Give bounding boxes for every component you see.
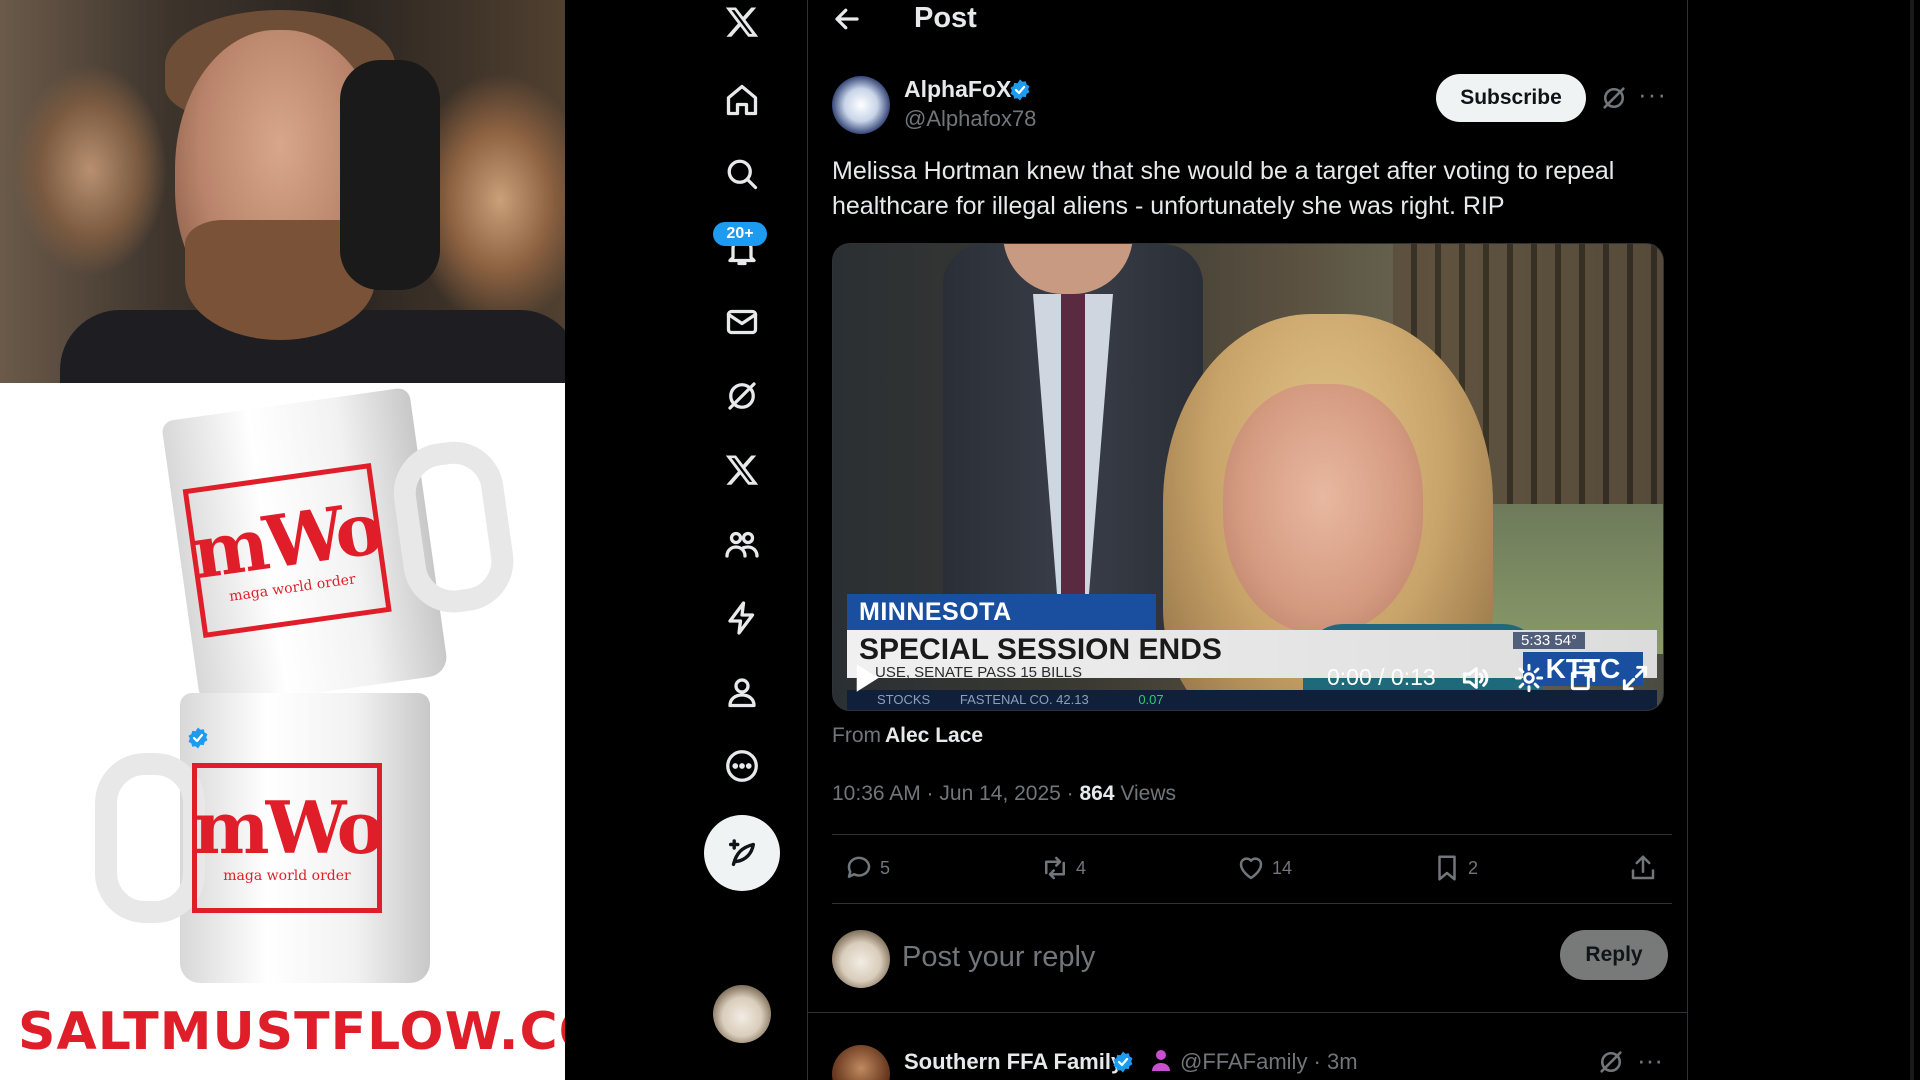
account-avatar[interactable] bbox=[713, 985, 771, 1043]
fullscreen-icon[interactable] bbox=[1619, 662, 1651, 694]
mug-label: mWo maga world order bbox=[182, 463, 392, 638]
back-arrow-icon[interactable] bbox=[832, 4, 862, 34]
mug-tagline: maga world order bbox=[223, 868, 351, 884]
from-account-link[interactable]: Alec Lace bbox=[885, 724, 983, 747]
reply-icon bbox=[847, 856, 871, 878]
verified-orgs-icon[interactable] bbox=[714, 590, 770, 646]
reply-author-handle[interactable]: @FFAFamily · 3m bbox=[1180, 1049, 1358, 1075]
premium-icon[interactable] bbox=[714, 442, 770, 498]
webcam-overlay bbox=[0, 0, 565, 383]
heart-icon bbox=[1239, 857, 1263, 880]
verified-badge-icon bbox=[1008, 78, 1032, 102]
post-timestamp[interactable]: 10:36 AM · Jun 14, 2025 · bbox=[832, 782, 1074, 805]
reply-composer: Reply bbox=[832, 920, 1672, 1000]
home-icon[interactable] bbox=[714, 72, 770, 128]
volume-icon[interactable] bbox=[1459, 662, 1491, 694]
news-lower-third-title: MINNESOTA LEGISLATURE bbox=[847, 594, 1156, 662]
merch-ad: mWo maga world order mWo maga world orde… bbox=[0, 383, 565, 1080]
bookmark-count: 2 bbox=[1468, 857, 1479, 878]
notifications-badge: 20+ bbox=[713, 222, 767, 246]
share-icon bbox=[1631, 855, 1655, 880]
page-header: Post bbox=[808, 0, 1687, 38]
profile-icon[interactable] bbox=[714, 664, 770, 720]
mug-image-top: mWo maga world order bbox=[161, 387, 520, 709]
video-time: 0:00 / 0:13 bbox=[1327, 664, 1436, 690]
verified-badge-icon bbox=[1111, 1050, 1135, 1074]
mug-logo: mWo bbox=[193, 785, 384, 870]
author-avatar[interactable] bbox=[832, 76, 890, 134]
page-title: Post bbox=[914, 2, 977, 34]
messages-icon[interactable] bbox=[714, 294, 770, 350]
repost-icon bbox=[1045, 856, 1065, 880]
repost-action[interactable]: 4 bbox=[1040, 853, 1086, 883]
mug-handle bbox=[95, 753, 205, 923]
video-controls: 0:00 / 0:13 bbox=[833, 654, 1663, 704]
compose-post-button[interactable] bbox=[704, 815, 780, 891]
post-text: Melissa Hortman knew that she would be a… bbox=[832, 157, 1615, 220]
communities-icon[interactable] bbox=[714, 516, 770, 572]
like-count: 14 bbox=[1272, 857, 1293, 878]
pip-icon[interactable] bbox=[1567, 662, 1599, 694]
more-options-icon[interactable]: ··· bbox=[1637, 1047, 1667, 1074]
views-count: 864 bbox=[1079, 782, 1115, 805]
reply-count: 5 bbox=[880, 857, 891, 878]
video-scene bbox=[1223, 384, 1423, 634]
more-options-icon[interactable]: ··· bbox=[1638, 81, 1668, 112]
reply-author-name[interactable]: Southern FFA Family bbox=[904, 1049, 1123, 1075]
reply-author-avatar[interactable] bbox=[832, 1045, 890, 1080]
post-actions-bar: 5 4 14 2 bbox=[832, 834, 1672, 904]
mug-label: mWo maga world order bbox=[192, 763, 385, 913]
mug-handle bbox=[387, 435, 520, 619]
grok-icon[interactable] bbox=[714, 368, 770, 424]
play-icon[interactable] bbox=[853, 662, 881, 694]
site-banner: SALTMUSTFLOW.COM bbox=[18, 1002, 565, 1062]
sidebar-nav bbox=[692, 0, 792, 1080]
from-prefix: From bbox=[832, 724, 881, 747]
bookmark-icon bbox=[1438, 855, 1456, 881]
headphones bbox=[340, 60, 440, 290]
author-name[interactable]: AlphaFoX bbox=[904, 76, 1011, 103]
scrollbar[interactable] bbox=[1910, 0, 1914, 1080]
author-handle[interactable]: @Alphafox78 bbox=[904, 106, 1036, 132]
user-avatar bbox=[832, 930, 890, 988]
mug-image-bottom: mWo maga world order bbox=[95, 693, 430, 983]
post-detail-column: Post AlphaFoX @Alphafox78 Subscribe ··· … bbox=[807, 0, 1688, 1080]
settings-gear-icon[interactable] bbox=[1513, 662, 1545, 694]
more-icon[interactable] bbox=[714, 738, 770, 794]
x-logo-icon[interactable] bbox=[714, 0, 770, 50]
video-player[interactable]: MINNESOTA LEGISLATURE SPECIAL SESSION EN… bbox=[832, 243, 1664, 711]
reply-button[interactable]: Reply bbox=[1560, 930, 1668, 980]
post-meta: 10:36 AM · Jun 14, 2025 · 864 Views bbox=[832, 782, 1176, 806]
reply-action[interactable]: 5 bbox=[844, 853, 890, 883]
verified-badge-icon bbox=[186, 726, 210, 750]
station-clock: 5:33 54° bbox=[1513, 632, 1586, 649]
like-action[interactable]: 14 bbox=[1236, 853, 1292, 883]
grok-icon[interactable] bbox=[1597, 1048, 1625, 1076]
affiliate-badge-icon bbox=[1150, 1048, 1172, 1072]
video-attribution: From Alec Lace bbox=[832, 724, 983, 748]
share-action[interactable] bbox=[1628, 853, 1664, 883]
views-label: Views bbox=[1120, 782, 1177, 805]
grok-icon[interactable] bbox=[1600, 84, 1628, 112]
subscribe-button[interactable]: Subscribe bbox=[1436, 74, 1586, 122]
repost-count: 4 bbox=[1076, 857, 1087, 878]
reply-input[interactable] bbox=[902, 936, 1462, 978]
search-icon[interactable] bbox=[714, 146, 770, 202]
bookmark-action[interactable]: 2 bbox=[1432, 853, 1478, 883]
